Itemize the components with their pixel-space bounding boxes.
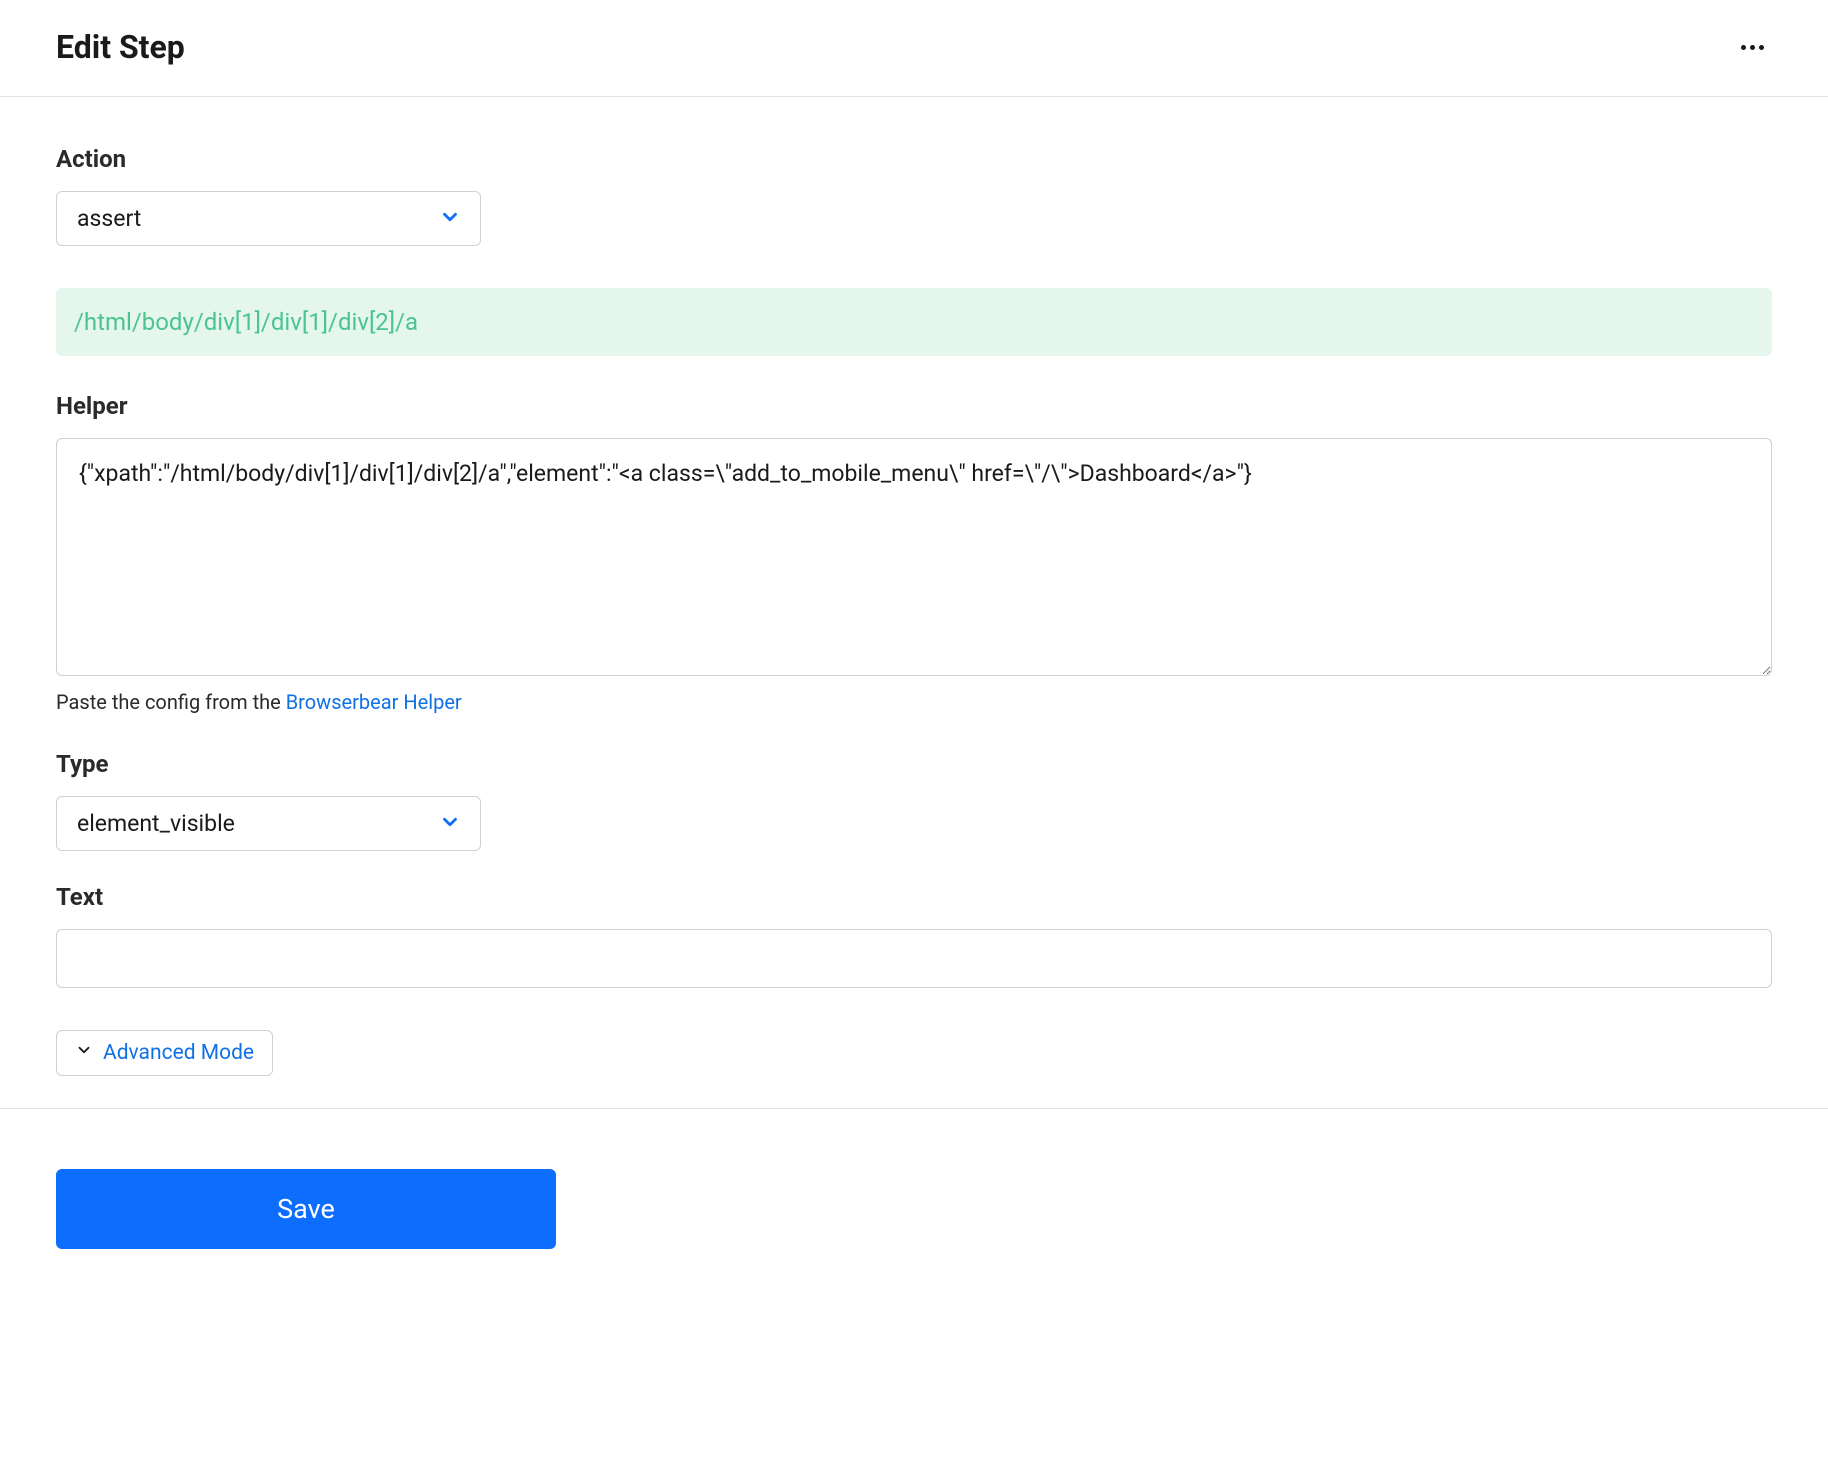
chevron-down-icon xyxy=(75,1041,93,1065)
advanced-mode-button[interactable]: Advanced Mode xyxy=(56,1030,273,1076)
helper-hint-text: Paste the config from the xyxy=(56,690,286,714)
type-select[interactable]: element_visible xyxy=(56,796,481,851)
text-label: Text xyxy=(56,883,1772,911)
page-title: Edit Step xyxy=(56,28,185,66)
save-button[interactable]: Save xyxy=(56,1169,556,1249)
helper-field-group: Helper {"xpath":"/html/body/div[1]/div[1… xyxy=(56,392,1772,714)
text-input[interactable] xyxy=(56,929,1772,988)
form-footer: Save xyxy=(0,1108,1828,1309)
more-options-icon[interactable] xyxy=(1733,37,1772,58)
page-header: Edit Step xyxy=(0,0,1828,97)
text-field-group: Text xyxy=(56,883,1772,988)
xpath-display: /html/body/div[1]/div[1]/div[2]/a xyxy=(56,288,1772,356)
form-content: Action assert /html/body/div[1]/div[1]/d… xyxy=(0,97,1828,1108)
action-select-wrapper: assert xyxy=(56,191,481,246)
helper-textarea[interactable]: {"xpath":"/html/body/div[1]/div[1]/div[2… xyxy=(56,438,1772,676)
action-label: Action xyxy=(56,145,1772,173)
advanced-mode-group: Advanced Mode xyxy=(56,1030,1772,1076)
browserbear-helper-link[interactable]: Browserbear Helper xyxy=(286,690,462,714)
advanced-mode-label: Advanced Mode xyxy=(103,1041,254,1065)
helper-label: Helper xyxy=(56,392,1772,420)
action-select[interactable]: assert xyxy=(56,191,481,246)
type-label: Type xyxy=(56,750,1772,778)
type-select-wrapper: element_visible xyxy=(56,796,481,851)
action-field-group: Action assert xyxy=(56,145,1772,246)
helper-hint: Paste the config from the Browserbear He… xyxy=(56,690,1772,714)
type-field-group: Type element_visible xyxy=(56,750,1772,851)
